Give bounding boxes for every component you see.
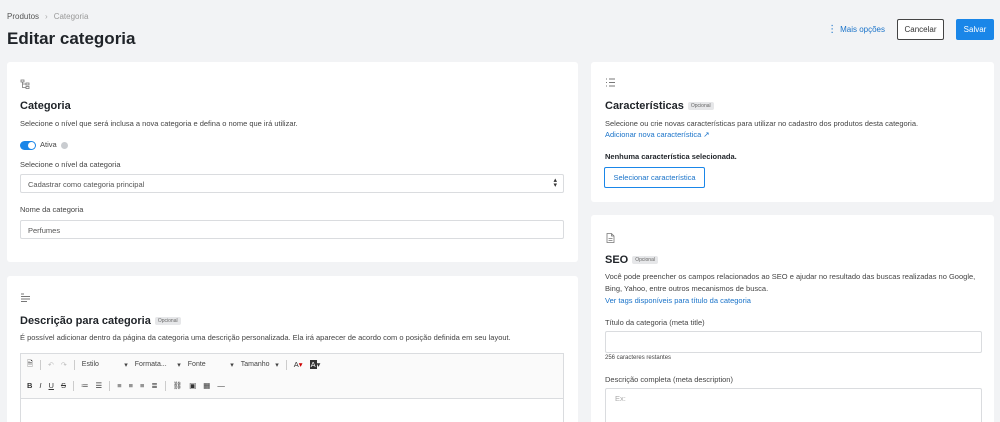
source-icon[interactable]: 🗎 — [27, 358, 33, 371]
caret-down-icon: ▾ — [275, 361, 279, 369]
caret-down-icon: ▾ — [177, 361, 181, 369]
external-link-icon: ↗ — [703, 130, 710, 139]
toolbar-divider — [72, 380, 74, 391]
category-card-title: Categoria — [20, 100, 71, 112]
seo-card: SEO Opcional Você pode preencher os camp… — [591, 215, 994, 422]
page-title: Editar categoria — [7, 29, 136, 48]
header-actions: ⋮ Mais opções Cancelar Salvar — [827, 19, 994, 40]
document-icon — [606, 233, 615, 246]
category-level-select[interactable]: Cadastrar como categoria principal ▴ ▾ — [20, 174, 564, 193]
caret-down-icon: ▾ — [124, 361, 128, 369]
editor-content-area[interactable] — [21, 398, 563, 422]
features-title-text: Características — [605, 100, 684, 112]
font-dropdown-label: Fonte — [187, 360, 206, 368]
font-dropdown[interactable]: Fonte ▾ — [188, 361, 234, 369]
redo-icon[interactable]: ↷ — [61, 361, 67, 369]
select-arrows-icon: ▴ ▾ — [553, 177, 557, 189]
active-toggle-row: Ativa — [20, 139, 68, 151]
optional-badge: Opcional — [154, 317, 181, 325]
features-card: Características Opcional Selecione ou cr… — [591, 62, 994, 202]
caret-down-icon: ▾ — [230, 361, 234, 369]
seo-tags-link[interactable]: Ver tags disponíveis para título da cate… — [605, 296, 751, 305]
select-feature-button[interactable]: Selecionar característica — [604, 167, 705, 188]
meta-description-placeholder: Ex: — [615, 394, 626, 403]
breadcrumb-current: Categoria — [53, 12, 89, 21]
align-right-icon[interactable]: ≡ — [140, 381, 144, 390]
size-dropdown[interactable]: Tamanho ▾ — [241, 361, 279, 369]
meta-title-input[interactable] — [605, 331, 982, 353]
active-toggle[interactable] — [20, 140, 36, 150]
active-toggle-label: Ativa — [40, 140, 57, 149]
breadcrumb-root-link[interactable]: Produtos — [7, 12, 39, 21]
description-card-title: Descrição para categoria Opcional — [20, 315, 181, 327]
style-dropdown-label: Estilo — [81, 360, 99, 368]
background-color-icon[interactable]: A▾ — [309, 360, 320, 369]
toolbar-divider — [109, 380, 111, 391]
link-icon[interactable]: ⛓ — [173, 381, 183, 390]
optional-badge: Opcional — [687, 102, 714, 110]
more-options-link[interactable]: ⋮ Mais opções — [827, 23, 885, 35]
category-card-description: Selecione o nível que será inclusa a nov… — [20, 119, 298, 128]
description-card-text: É possível adicionar dentro da página da… — [20, 333, 511, 342]
breadcrumb: Produtos › Categoria — [7, 12, 88, 21]
name-label: Nome da categoria — [20, 205, 84, 214]
optional-badge: Opcional — [632, 256, 658, 264]
text-align-icon — [20, 293, 31, 305]
align-center-icon[interactable]: ≡ — [129, 381, 133, 390]
features-empty-text: Nenhuma característica selecionada. — [605, 152, 737, 161]
category-name-input[interactable]: Perfumes — [20, 220, 564, 239]
level-label: Selecione o nível da categoria — [20, 160, 121, 169]
numbered-list-icon[interactable]: ≔ — [81, 381, 89, 390]
chevron-right-icon: › — [45, 12, 48, 21]
vertical-dots-icon: ⋮ — [827, 23, 837, 35]
help-icon[interactable] — [60, 141, 68, 149]
editor-toolbar-row-2: B I U S ≔ ☰ ≡ ≡ ≡ ≣ ⛓ ▣ ▦ ― — [21, 377, 563, 394]
add-feature-label: Adicionar nova característica — [605, 130, 702, 139]
underline-icon[interactable]: U — [49, 381, 54, 390]
toolbar-divider — [73, 359, 75, 370]
meta-description-textarea[interactable]: Ex: — [605, 388, 982, 422]
seo-card-description: Você pode preencher os campos relacionad… — [605, 272, 976, 293]
image-icon[interactable]: ▣ — [189, 381, 196, 390]
rich-text-editor: 🗎 ↶ ↷ Estilo ▾ Formata... ▾ Fonte ▾ Tama… — [20, 353, 564, 422]
seo-title-text: SEO — [605, 254, 629, 266]
align-left-icon[interactable]: ≡ — [117, 381, 121, 390]
horizontal-rule-icon[interactable]: ― — [217, 381, 225, 390]
bulleted-list-icon[interactable]: ☰ — [95, 381, 102, 390]
align-justify-icon[interactable]: ≣ — [151, 381, 157, 390]
style-dropdown[interactable]: Estilo ▾ — [82, 361, 128, 369]
size-dropdown-label: Tamanho — [240, 360, 270, 368]
description-card: Descrição para categoria Opcional É poss… — [7, 276, 578, 422]
cancel-button[interactable]: Cancelar — [897, 19, 944, 40]
meta-title-counter: 256 caracteres restantes — [605, 355, 672, 361]
seo-card-title: SEO Opcional — [605, 254, 658, 266]
bold-icon[interactable]: B — [27, 381, 32, 390]
strikethrough-icon[interactable]: S — [61, 381, 66, 390]
more-options-label: Mais opções — [840, 25, 885, 34]
editor-toolbar-row-1: 🗎 ↶ ↷ Estilo ▾ Formata... ▾ Fonte ▾ Tama… — [21, 356, 563, 373]
features-card-description: Selecione ou crie novas características … — [605, 119, 919, 128]
toolbar-divider — [40, 359, 42, 370]
undo-icon[interactable]: ↶ — [48, 361, 54, 369]
toolbar-divider — [164, 380, 166, 391]
format-dropdown-label: Formata... — [134, 360, 167, 368]
category-name-value: Perfumes — [28, 226, 61, 235]
category-level-value: Cadastrar como categoria principal — [28, 180, 145, 189]
format-dropdown[interactable]: Formata... ▾ — [135, 361, 181, 369]
category-tree-icon — [20, 79, 31, 92]
features-card-title: Características Opcional — [605, 100, 714, 112]
toolbar-divider — [285, 359, 287, 370]
italic-icon[interactable]: I — [39, 381, 41, 390]
description-title-text: Descrição para categoria — [20, 315, 151, 327]
table-icon[interactable]: ▦ — [203, 381, 210, 390]
meta-description-label: Descrição completa (meta description) — [605, 375, 733, 384]
add-feature-link[interactable]: Adicionar nova característica ↗ — [605, 130, 710, 139]
save-button[interactable]: Salvar — [956, 19, 994, 40]
list-icon — [605, 78, 616, 90]
category-card: Categoria Selecione o nível que será inc… — [7, 62, 578, 262]
text-color-icon[interactable]: A▾ — [294, 360, 303, 369]
meta-title-label: Título da categoria (meta title) — [605, 318, 705, 327]
